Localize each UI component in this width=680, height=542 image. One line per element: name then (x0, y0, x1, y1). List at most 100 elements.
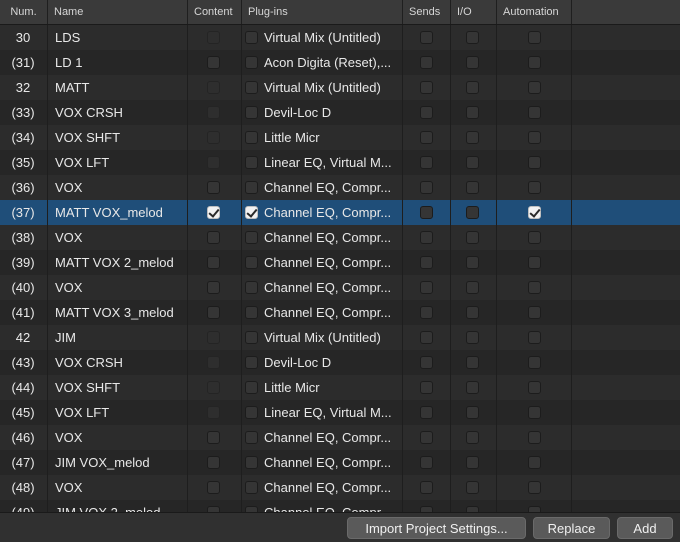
sends-checkbox[interactable] (420, 406, 433, 419)
content-checkbox[interactable] (207, 481, 220, 494)
content-checkbox[interactable] (207, 81, 220, 94)
automation-checkbox[interactable] (528, 156, 541, 169)
io-checkbox[interactable] (466, 81, 479, 94)
column-header-sends[interactable]: Sends (402, 0, 450, 24)
io-checkbox[interactable] (466, 131, 479, 144)
plugins-checkbox[interactable] (245, 156, 258, 169)
column-header-automation[interactable]: Automation (496, 0, 571, 24)
io-checkbox[interactable] (466, 156, 479, 169)
plugins-checkbox[interactable] (245, 406, 258, 419)
io-checkbox[interactable] (466, 331, 479, 344)
io-checkbox[interactable] (466, 381, 479, 394)
track-row[interactable]: (33) VOX CRSH Devil-Loc D (0, 100, 680, 125)
content-checkbox[interactable] (207, 256, 220, 269)
content-checkbox[interactable] (207, 431, 220, 444)
track-row[interactable]: (41) MATT VOX 3_melod Channel EQ, Compr... (0, 300, 680, 325)
track-row[interactable]: (46) VOX Channel EQ, Compr... (0, 425, 680, 450)
plugins-checkbox[interactable] (245, 306, 258, 319)
content-checkbox[interactable] (207, 131, 220, 144)
plugins-checkbox[interactable] (245, 31, 258, 44)
track-row[interactable]: (48) VOX Channel EQ, Compr... (0, 475, 680, 500)
automation-checkbox[interactable] (528, 431, 541, 444)
column-header-name[interactable]: Name (47, 0, 187, 24)
replace-button[interactable]: Replace (533, 517, 610, 539)
content-checkbox[interactable] (207, 156, 220, 169)
track-row[interactable]: (38) VOX Channel EQ, Compr... (0, 225, 680, 250)
sends-checkbox[interactable] (420, 231, 433, 244)
sends-checkbox[interactable] (420, 156, 433, 169)
automation-checkbox[interactable] (528, 106, 541, 119)
track-row[interactable]: 32 MATT Virtual Mix (Untitled) (0, 75, 680, 100)
plugins-checkbox[interactable] (245, 81, 258, 94)
track-row[interactable]: (31) LD 1 Acon Digita (Reset),... (0, 50, 680, 75)
automation-checkbox[interactable] (528, 181, 541, 194)
sends-checkbox[interactable] (420, 256, 433, 269)
automation-checkbox[interactable] (528, 381, 541, 394)
automation-checkbox[interactable] (528, 481, 541, 494)
track-row[interactable]: (43) VOX CRSH Devil-Loc D (0, 350, 680, 375)
io-checkbox[interactable] (466, 181, 479, 194)
automation-checkbox[interactable] (528, 306, 541, 319)
sends-checkbox[interactable] (420, 131, 433, 144)
automation-checkbox[interactable] (528, 231, 541, 244)
plugins-checkbox[interactable] (245, 206, 258, 219)
plugins-checkbox[interactable] (245, 106, 258, 119)
track-row[interactable]: (47) JIM VOX_melod Channel EQ, Compr... (0, 450, 680, 475)
plugins-checkbox[interactable] (245, 181, 258, 194)
plugins-checkbox[interactable] (245, 231, 258, 244)
track-row[interactable]: (37) MATT VOX_melod Channel EQ, Compr... (0, 200, 680, 225)
column-header-num[interactable]: Num. (0, 0, 47, 24)
io-checkbox[interactable] (466, 431, 479, 444)
import-project-settings-button[interactable]: Import Project Settings... (347, 517, 526, 539)
content-checkbox[interactable] (207, 456, 220, 469)
track-row[interactable]: (45) VOX LFT Linear EQ, Virtual M... (0, 400, 680, 425)
sends-checkbox[interactable] (420, 356, 433, 369)
sends-checkbox[interactable] (420, 381, 433, 394)
content-checkbox[interactable] (207, 356, 220, 369)
plugins-checkbox[interactable] (245, 431, 258, 444)
track-row[interactable]: (40) VOX Channel EQ, Compr... (0, 275, 680, 300)
sends-checkbox[interactable] (420, 431, 433, 444)
automation-checkbox[interactable] (528, 331, 541, 344)
automation-checkbox[interactable] (528, 206, 541, 219)
plugins-checkbox[interactable] (245, 56, 258, 69)
column-header-content[interactable]: Content (187, 0, 241, 24)
io-checkbox[interactable] (466, 406, 479, 419)
plugins-checkbox[interactable] (245, 331, 258, 344)
plugins-checkbox[interactable] (245, 456, 258, 469)
sends-checkbox[interactable] (420, 56, 433, 69)
plugins-checkbox[interactable] (245, 356, 258, 369)
automation-checkbox[interactable] (528, 456, 541, 469)
track-list[interactable]: 30 LDS Virtual Mix (Untitled) (31) LD 1 Acon … (0, 25, 680, 512)
io-checkbox[interactable] (466, 231, 479, 244)
sends-checkbox[interactable] (420, 331, 433, 344)
track-row[interactable]: (34) VOX SHFT Little Micr (0, 125, 680, 150)
io-checkbox[interactable] (466, 456, 479, 469)
automation-checkbox[interactable] (528, 81, 541, 94)
sends-checkbox[interactable] (420, 181, 433, 194)
sends-checkbox[interactable] (420, 481, 433, 494)
content-checkbox[interactable] (207, 106, 220, 119)
plugins-checkbox[interactable] (245, 481, 258, 494)
io-checkbox[interactable] (466, 31, 479, 44)
sends-checkbox[interactable] (420, 456, 433, 469)
content-checkbox[interactable] (207, 231, 220, 244)
track-row[interactable]: 42 JIM Virtual Mix (Untitled) (0, 325, 680, 350)
sends-checkbox[interactable] (420, 206, 433, 219)
content-checkbox[interactable] (207, 181, 220, 194)
content-checkbox[interactable] (207, 56, 220, 69)
track-row[interactable]: (39) MATT VOX 2_melod Channel EQ, Compr... (0, 250, 680, 275)
io-checkbox[interactable] (466, 56, 479, 69)
track-row[interactable]: (49) JIM VOX 2_melod Channel EQ, Compr... (0, 500, 680, 512)
automation-checkbox[interactable] (528, 356, 541, 369)
content-checkbox[interactable] (207, 206, 220, 219)
sends-checkbox[interactable] (420, 31, 433, 44)
automation-checkbox[interactable] (528, 131, 541, 144)
column-header-io[interactable]: I/O (450, 0, 496, 24)
automation-checkbox[interactable] (528, 56, 541, 69)
io-checkbox[interactable] (466, 281, 479, 294)
track-row[interactable]: (36) VOX Channel EQ, Compr... (0, 175, 680, 200)
track-row[interactable]: (44) VOX SHFT Little Micr (0, 375, 680, 400)
content-checkbox[interactable] (207, 406, 220, 419)
io-checkbox[interactable] (466, 356, 479, 369)
